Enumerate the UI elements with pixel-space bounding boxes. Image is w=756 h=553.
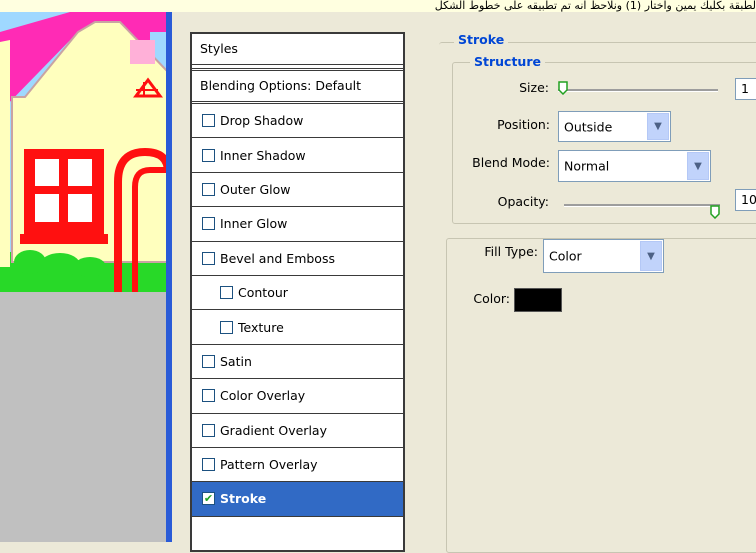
style-item-bevel-and-emboss[interactable]: Bevel and Emboss	[192, 242, 403, 276]
blending-options[interactable]: Blending Options: Default	[192, 68, 403, 104]
style-item-label: Satin	[220, 353, 252, 369]
caption-strip: لطبقة بكليك يمين واختار (1) ونلاحظ انه ت…	[0, 0, 756, 12]
style-item-pattern-overlay[interactable]: Pattern Overlay	[192, 448, 403, 483]
style-item-drop-shadow[interactable]: Drop Shadow	[192, 104, 403, 139]
style-item-label: Gradient Overlay	[220, 422, 327, 438]
style-item-contour[interactable]: Contour	[192, 276, 403, 311]
style-item-label: Inner Glow	[220, 216, 288, 232]
house-illustration	[0, 12, 168, 292]
style-checkbox[interactable]	[220, 320, 233, 334]
structure-title: Structure	[470, 54, 545, 69]
style-checkbox[interactable]	[202, 182, 215, 196]
style-checkbox[interactable]	[202, 148, 215, 162]
fill-type-value: Color	[549, 248, 582, 264]
style-item-inner-shadow[interactable]: Inner Shadow	[192, 138, 403, 173]
style-item-label: Texture	[238, 319, 284, 335]
style-item-label: Stroke	[220, 491, 267, 507]
blend-mode-value: Normal	[564, 158, 610, 174]
position-select[interactable]: Outside ▼	[558, 111, 671, 142]
size-slider-track[interactable]	[558, 89, 718, 92]
opacity-label: Opacity:	[497, 194, 549, 209]
position-label: Position:	[497, 117, 550, 132]
style-checkbox[interactable]	[220, 286, 233, 300]
style-item-satin[interactable]: Satin	[192, 345, 403, 380]
style-item-color-overlay[interactable]: Color Overlay	[192, 379, 403, 414]
style-item-label: Contour	[238, 285, 288, 301]
chevron-down-icon[interactable]: ▼	[640, 241, 662, 271]
style-item-gradient-overlay[interactable]: Gradient Overlay	[192, 414, 403, 448]
layer-style-dialog: Styles Blending Options: Default Drop Sh…	[172, 12, 756, 553]
style-item-outer-glow[interactable]: Outer Glow	[192, 173, 403, 208]
style-checkbox[interactable]	[202, 354, 215, 368]
opacity-input[interactable]: 10	[735, 189, 756, 211]
color-label: Color:	[473, 291, 510, 306]
fill-group	[446, 238, 756, 553]
slider-thumb-icon[interactable]	[710, 205, 720, 219]
style-item-stroke[interactable]: ✔ Stroke	[192, 482, 403, 517]
size-input[interactable]: 1	[735, 78, 756, 100]
style-checkbox[interactable]	[202, 458, 215, 472]
opacity-slider-track[interactable]	[564, 204, 720, 207]
style-checkbox[interactable]: ✔	[202, 492, 215, 506]
style-checkbox[interactable]	[202, 251, 215, 265]
canvas-area	[0, 12, 168, 542]
blend-mode-select[interactable]: Normal ▼	[558, 150, 711, 182]
fill-type-label: Fill Type:	[452, 244, 542, 259]
blend-mode-label: Blend Mode:	[472, 155, 550, 170]
style-item-texture[interactable]: Texture	[192, 310, 403, 345]
style-item-label: Outer Glow	[220, 181, 291, 197]
fill-type-select[interactable]: Color ▼	[543, 239, 664, 273]
style-item-label: Inner Shadow	[220, 147, 306, 163]
size-label: Size:	[519, 80, 549, 95]
style-checkbox[interactable]	[202, 389, 215, 403]
chevron-down-icon[interactable]: ▼	[687, 152, 709, 180]
style-checkbox[interactable]	[202, 114, 215, 128]
position-value: Outside	[564, 119, 613, 134]
slider-thumb-icon[interactable]	[558, 81, 568, 95]
stroke-title: Stroke	[454, 32, 509, 47]
styles-list: Styles Blending Options: Default Drop Sh…	[190, 32, 405, 552]
style-item-label: Drop Shadow	[220, 113, 304, 129]
style-item-inner-glow[interactable]: Inner Glow	[192, 207, 403, 242]
color-swatch[interactable]	[514, 288, 562, 312]
styles-header[interactable]: Styles	[192, 34, 403, 65]
style-item-label: Bevel and Emboss	[220, 250, 335, 266]
style-item-label: Color Overlay	[220, 388, 306, 404]
style-checkbox[interactable]	[202, 217, 215, 231]
chevron-down-icon[interactable]: ▼	[647, 113, 669, 140]
style-item-label: Pattern Overlay	[220, 457, 318, 473]
style-checkbox[interactable]	[202, 423, 215, 437]
